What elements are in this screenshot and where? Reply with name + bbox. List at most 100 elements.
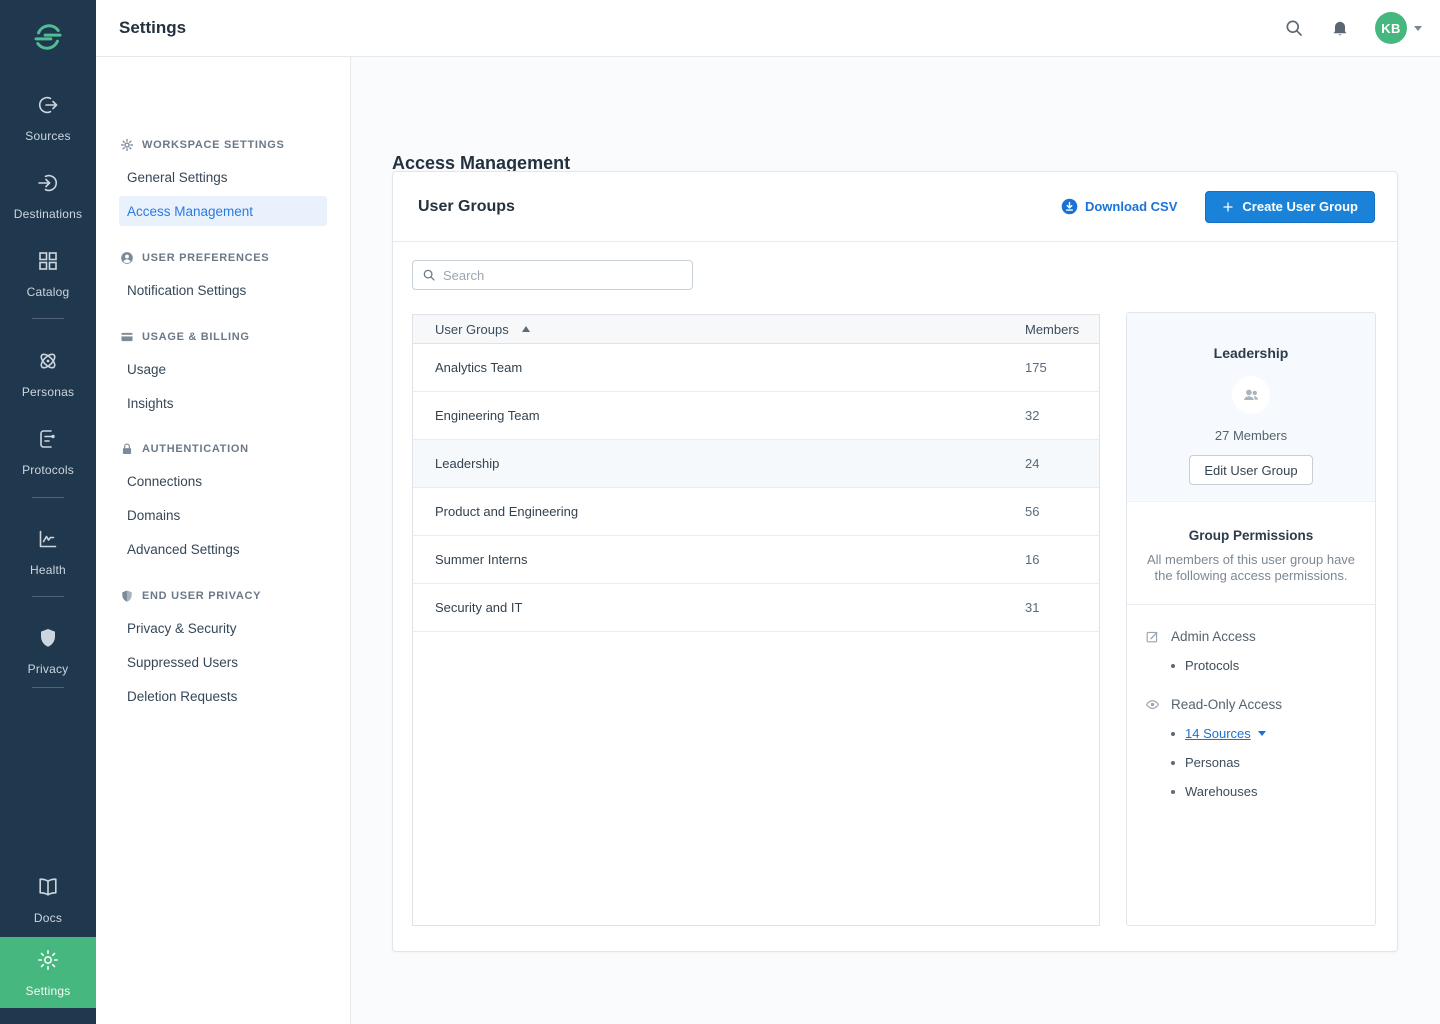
privacy-shield-icon <box>36 626 60 655</box>
nav-item-usage[interactable]: Usage <box>127 361 166 377</box>
search-field <box>412 260 693 290</box>
section-authentication: AUTHENTICATION <box>120 441 249 457</box>
rail-item-label: Sources <box>25 129 70 143</box>
rail-item-privacy[interactable]: Privacy <box>0 626 96 676</box>
permissions-description: All members of this user group have the … <box>1145 552 1357 584</box>
section-user-preferences: USER PREFERENCES <box>120 250 269 266</box>
table-row[interactable]: Summer Interns 16 <box>413 536 1099 584</box>
table-row[interactable]: Product and Engineering 56 <box>413 488 1099 536</box>
group-detail-panel: Leadership 27 Members Edit User Group Gr… <box>1126 312 1376 926</box>
nav-item-insights[interactable]: Insights <box>127 395 174 411</box>
group-summary: Leadership 27 Members Edit User Group <box>1127 313 1375 502</box>
user-menu[interactable]: KB <box>1375 12 1422 44</box>
search-icon <box>422 268 436 282</box>
docs-book-icon <box>36 875 60 904</box>
create-user-group-button[interactable]: Create User Group <box>1205 191 1375 223</box>
nav-item-general-settings[interactable]: General Settings <box>127 169 228 185</box>
rail-item-docs[interactable]: Docs <box>0 875 96 925</box>
nav-item-domains[interactable]: Domains <box>127 507 180 523</box>
bullet-dot <box>1171 732 1175 736</box>
rail-item-personas[interactable]: Personas <box>0 349 96 399</box>
rail-item-destinations[interactable]: Destinations <box>0 171 96 221</box>
segment-logo[interactable] <box>0 20 96 54</box>
readonly-access-item: 14 Sources <box>1145 726 1357 741</box>
search-input[interactable] <box>443 268 683 283</box>
people-icon <box>1241 385 1261 405</box>
rail-item-label: Personas <box>22 385 74 399</box>
search-icon[interactable] <box>1283 17 1305 39</box>
edit-square-icon <box>1145 629 1160 644</box>
plus-icon <box>1222 201 1234 213</box>
table-row[interactable]: Security and IT 31 <box>413 584 1099 632</box>
table-header-row: User Groups Members <box>413 315 1099 344</box>
rail-divider <box>32 596 64 597</box>
column-header-user-groups[interactable]: User Groups <box>413 322 530 337</box>
rail-item-settings[interactable]: Settings <box>0 937 96 1008</box>
member-count: 27 Members <box>1215 428 1287 443</box>
nav-item-advanced-settings[interactable]: Advanced Settings <box>127 541 240 557</box>
health-icon <box>36 527 60 556</box>
rail-item-catalog[interactable]: Catalog <box>0 249 96 299</box>
table-row-selected[interactable]: Leadership 24 <box>413 440 1099 488</box>
rail-item-protocols[interactable]: Protocols <box>0 427 96 477</box>
section-usage-billing: USAGE & BILLING <box>120 329 250 345</box>
sort-ascending-icon <box>522 326 530 332</box>
section-end-user-privacy: END USER PRIVACY <box>120 588 261 604</box>
user-groups-card: User Groups Download CSV Create User Gro… <box>392 171 1398 952</box>
gear-icon <box>120 138 134 152</box>
rail-divider <box>32 318 64 319</box>
credit-card-icon <box>120 330 134 344</box>
rail-divider <box>32 497 64 498</box>
admin-access-row: Admin Access <box>1145 629 1357 644</box>
settings-sidebar: WORKSPACE SETTINGS General Settings Acce… <box>96 57 351 1024</box>
sources-expand-link[interactable]: 14 Sources <box>1185 726 1266 741</box>
avatar[interactable]: KB <box>1375 12 1407 44</box>
gear-icon <box>36 948 60 977</box>
column-header-members: Members <box>1025 322 1099 337</box>
rail-item-label: Catalog <box>27 285 70 299</box>
notifications-bell-icon[interactable] <box>1329 17 1351 39</box>
group-name: Leadership <box>1214 345 1289 361</box>
group-permissions: Group Permissions All members of this us… <box>1127 502 1375 799</box>
nav-item-access-management[interactable]: Access Management <box>119 196 327 226</box>
rail-divider <box>32 687 64 688</box>
sources-icon <box>36 93 60 122</box>
rail-item-label: Privacy <box>28 662 69 676</box>
protocols-icon <box>36 427 60 456</box>
permissions-title: Group Permissions <box>1145 528 1357 543</box>
nav-item-notification-settings[interactable]: Notification Settings <box>127 282 246 298</box>
chevron-down-icon <box>1414 26 1422 31</box>
readonly-access-row: Read-Only Access <box>1145 697 1357 712</box>
download-csv-link[interactable]: Download CSV <box>1061 198 1177 215</box>
admin-access-item: Protocols <box>1145 658 1357 673</box>
chevron-down-icon <box>1258 731 1266 736</box>
destinations-icon <box>36 171 60 200</box>
rail-item-label: Protocols <box>22 463 74 477</box>
readonly-access-item: Personas <box>1145 755 1357 770</box>
app-rail: Sources Destinations Catalog Personas Pr… <box>0 0 96 1024</box>
top-header: Settings KB <box>96 0 1440 57</box>
personas-icon <box>36 349 60 378</box>
table-row[interactable]: Analytics Team 175 <box>413 344 1099 392</box>
divider <box>1127 604 1375 605</box>
bullet-dot <box>1171 761 1175 765</box>
nav-item-connections[interactable]: Connections <box>127 473 202 489</box>
nav-item-deletion-requests[interactable]: Deletion Requests <box>127 688 237 704</box>
table-row[interactable]: Engineering Team 32 <box>413 392 1099 440</box>
rail-item-sources[interactable]: Sources <box>0 93 96 143</box>
rail-item-label: Health <box>30 563 66 577</box>
main-content: Access Management Users User Groups Toke… <box>351 57 1440 1024</box>
group-avatar <box>1232 376 1270 414</box>
rail-item-label: Destinations <box>14 207 82 221</box>
rail-item-label: Docs <box>34 911 62 925</box>
eye-icon <box>1145 697 1160 712</box>
user-circle-icon <box>120 251 134 265</box>
rail-item-health[interactable]: Health <box>0 527 96 577</box>
catalog-icon <box>36 249 60 278</box>
nav-item-privacy-security[interactable]: Privacy & Security <box>127 620 237 636</box>
card-title: User Groups <box>418 198 515 216</box>
page-header-title: Settings <box>119 18 186 38</box>
user-groups-table: User Groups Members Analytics Team 175 E… <box>412 314 1100 926</box>
nav-item-suppressed-users[interactable]: Suppressed Users <box>127 654 238 670</box>
edit-user-group-button[interactable]: Edit User Group <box>1189 455 1312 485</box>
